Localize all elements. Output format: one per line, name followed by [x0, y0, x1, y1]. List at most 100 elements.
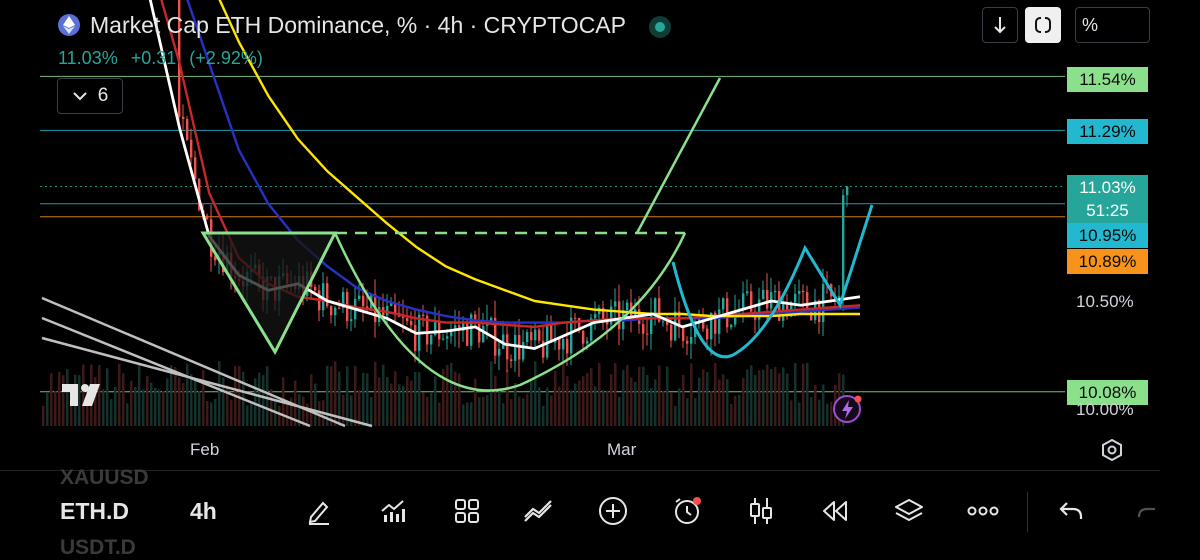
- candle-body: [610, 306, 613, 325]
- redo-icon[interactable]: [1128, 494, 1162, 528]
- candle-body: [686, 340, 689, 344]
- candles-icon[interactable]: [744, 494, 778, 528]
- symbol-button[interactable]: ETH.D: [60, 498, 129, 525]
- volume-bar: [118, 363, 121, 426]
- candle-body: [750, 291, 753, 312]
- indicators-count: 6: [97, 85, 109, 106]
- candle-body: [646, 333, 649, 335]
- volume-bar: [438, 402, 441, 426]
- candle-body: [538, 329, 541, 341]
- volume-bar: [254, 378, 257, 426]
- candle-body: [654, 298, 657, 313]
- volume-bar: [194, 379, 197, 426]
- volume-bar: [590, 367, 593, 426]
- volume-bar: [146, 376, 149, 426]
- candle-body: [774, 290, 777, 293]
- volume-bar: [42, 405, 45, 426]
- candle-body: [338, 307, 341, 309]
- volume-bar: [214, 399, 217, 426]
- price-change: +0.31: [130, 48, 177, 68]
- price-tag: 10.95%: [1067, 223, 1148, 248]
- next-symbol[interactable]: USDT.D: [60, 536, 136, 560]
- volume-bar: [126, 403, 129, 426]
- candle-body: [706, 328, 709, 340]
- volume-bar: [446, 365, 449, 426]
- candle-body: [530, 332, 533, 341]
- y-tick-1000: 10.00%: [1076, 400, 1134, 419]
- candle-body: [514, 335, 517, 361]
- indicators-toggle-button[interactable]: 6: [57, 78, 123, 114]
- candle-body: [330, 306, 333, 316]
- volume-bar: [610, 374, 613, 426]
- prev-symbol[interactable]: XAUUSD: [60, 466, 149, 490]
- volume-bar: [702, 369, 705, 426]
- candle-body: [722, 298, 725, 310]
- volume-bar: [522, 398, 525, 426]
- volume-bar: [502, 403, 505, 426]
- candle-body: [510, 359, 513, 361]
- candle-body: [586, 340, 589, 344]
- volume-bar: [746, 369, 749, 426]
- volume-bar: [470, 402, 473, 426]
- replay-icon[interactable]: [818, 494, 852, 528]
- timeframe-button[interactable]: 4h: [190, 498, 217, 525]
- volume-bar: [622, 370, 625, 426]
- undo-icon[interactable]: [1054, 494, 1088, 528]
- volume-bar: [614, 363, 617, 426]
- volume-bar: [190, 374, 193, 426]
- volume-bar: [342, 394, 345, 426]
- volume-bar: [722, 374, 725, 426]
- volume-bar: [594, 386, 597, 426]
- volume-bar: [742, 378, 745, 426]
- volume-bar: [462, 404, 465, 426]
- lightning-badge-icon[interactable]: [832, 394, 866, 429]
- volume-bar: [758, 370, 761, 426]
- volume-bar: [430, 392, 433, 426]
- candle-body: [626, 302, 629, 311]
- indicators-icon[interactable]: [376, 494, 410, 528]
- volume-bar: [474, 378, 477, 426]
- candle-body: [350, 319, 353, 322]
- volume-bar: [518, 396, 521, 426]
- volume-bar: [574, 383, 577, 426]
- fullscreen-icon: [1035, 16, 1051, 34]
- compare-icon[interactable]: [522, 494, 556, 528]
- volume-bar: [346, 366, 349, 426]
- volume-bar: [666, 366, 669, 426]
- settings-gear-icon[interactable]: [1100, 438, 1124, 467]
- add-icon[interactable]: [596, 494, 630, 528]
- alert-icon[interactable]: [670, 494, 704, 528]
- candle-body: [582, 330, 585, 344]
- chart-title[interactable]: Market Cap ETH Dominance, % · 4h · CRYPT…: [90, 12, 626, 39]
- volume-bar: [354, 366, 357, 426]
- volume-bar: [826, 403, 829, 426]
- volume-bar: [618, 396, 621, 426]
- layout-icon[interactable]: [450, 494, 484, 528]
- volume-bar: [366, 373, 369, 426]
- percent-scale-button[interactable]: %: [1075, 7, 1150, 43]
- price-chart[interactable]: [0, 0, 1200, 470]
- fullscreen-button[interactable]: [1025, 7, 1061, 43]
- download-button[interactable]: [982, 7, 1018, 43]
- volume-bar: [50, 373, 53, 426]
- volume-bar: [798, 402, 801, 426]
- layers-icon[interactable]: [892, 494, 926, 528]
- volume-bar: [402, 385, 405, 426]
- candle-body: [618, 301, 621, 330]
- candle-body: [762, 290, 765, 300]
- volume-bar: [130, 380, 133, 426]
- volume-bar: [310, 374, 313, 426]
- volume-bar: [54, 391, 57, 426]
- arrow-down-icon: [994, 17, 1006, 34]
- draw-icon[interactable]: [302, 494, 336, 528]
- volume-bar: [422, 392, 425, 426]
- volume-bar: [450, 362, 453, 426]
- volume-bar: [202, 370, 205, 426]
- volume-bar: [778, 373, 781, 426]
- volume-bar: [686, 398, 689, 426]
- more-icon[interactable]: [966, 494, 1000, 528]
- volume-bar: [370, 397, 373, 426]
- volume-bar: [530, 380, 533, 426]
- volume-bar: [250, 402, 253, 426]
- volume-bar: [110, 399, 113, 426]
